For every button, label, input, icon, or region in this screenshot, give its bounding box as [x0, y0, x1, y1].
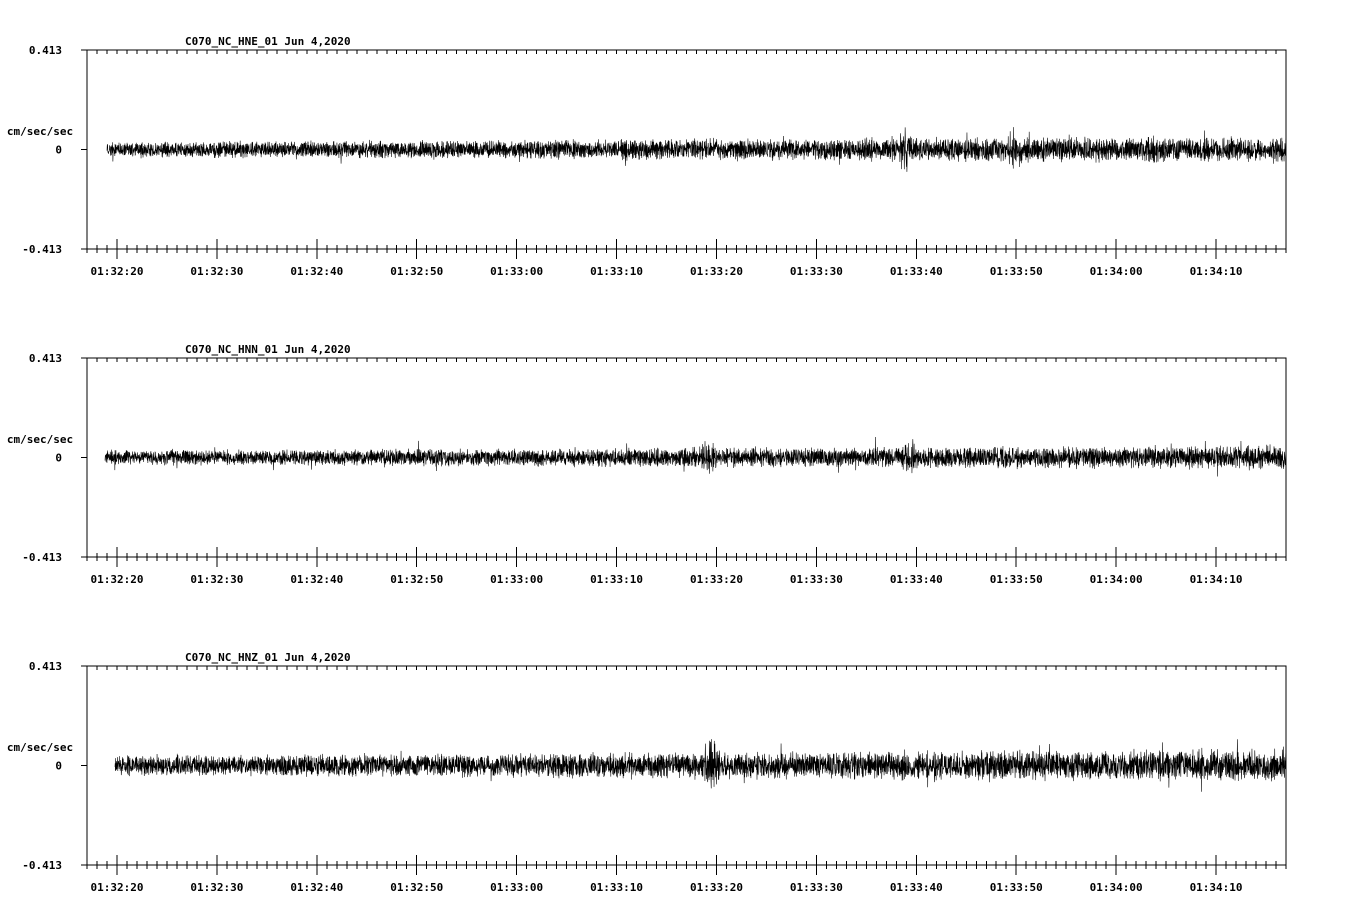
x-tick-label: 01:32:50 [390, 573, 443, 586]
waveform-trace [106, 127, 1287, 172]
x-tick-label: 01:32:40 [290, 881, 343, 894]
seismogram-figure: C070_NC_HNE_01 Jun 4,2020 0.413 0 -0.413 cm/… [7, 35, 1287, 894]
seismogram-panel: C070_NC_HNN_01 Jun 4,2020 0.413 0 -0.413 cm/… [7, 343, 1287, 586]
y-tick-label: 0 [55, 760, 62, 773]
x-tick-label: 01:33:00 [490, 265, 543, 278]
x-tick-label: 01:33:40 [890, 573, 943, 586]
x-tick-label: 01:33:50 [990, 573, 1043, 586]
x-tick-label: 01:33:10 [590, 881, 643, 894]
x-tick-label: 01:32:50 [390, 881, 443, 894]
trace-title: C070_NC_HNN_01 Jun 4,2020 [185, 343, 351, 356]
waveform-trace [104, 437, 1287, 477]
x-tick-label: 01:32:20 [90, 573, 143, 586]
seismogram-panel: C070_NC_HNE_01 Jun 4,2020 0.413 0 -0.413 cm/… [7, 35, 1287, 278]
waveform-trace [114, 739, 1287, 792]
y-tick-label: 0.413 [29, 352, 62, 365]
x-tick-label: 01:33:30 [790, 265, 843, 278]
x-tick-label: 01:32:20 [90, 881, 143, 894]
x-tick-label: 01:33:20 [690, 881, 743, 894]
x-tick-label: 01:34:10 [1190, 881, 1243, 894]
x-tick-label: 01:32:30 [190, 265, 243, 278]
y-tick-label: 0 [55, 452, 62, 465]
x-tick-label: 01:33:20 [690, 265, 743, 278]
x-tick-label: 01:32:40 [290, 573, 343, 586]
x-tick-label: 01:33:50 [990, 265, 1043, 278]
x-tick-label: 01:33:30 [790, 573, 843, 586]
x-tick-label: 01:32:50 [390, 265, 443, 278]
seismogram-panel: C070_NC_HNZ_01 Jun 4,2020 0.413 0 -0.413 cm/… [7, 651, 1287, 894]
x-tick-label: 01:33:00 [490, 573, 543, 586]
x-tick-label: 01:32:30 [190, 881, 243, 894]
x-tick-label: 01:32:30 [190, 573, 243, 586]
x-tick-label: 01:34:00 [1090, 265, 1143, 278]
x-tick-label: 01:33:40 [890, 881, 943, 894]
x-tick-label: 01:32:20 [90, 265, 143, 278]
y-tick-label: 0.413 [29, 44, 62, 57]
x-tick-label: 01:34:00 [1090, 881, 1143, 894]
trace-title: C070_NC_HNE_01 Jun 4,2020 [185, 35, 351, 48]
x-tick-label: 01:34:10 [1190, 573, 1243, 586]
x-tick-label: 01:33:00 [490, 881, 543, 894]
x-tick-label: 01:33:30 [790, 881, 843, 894]
y-axis-label: cm/sec/sec [7, 125, 73, 138]
x-tick-label: 01:33:10 [590, 265, 643, 278]
y-tick-label: 0.413 [29, 660, 62, 673]
x-tick-label: 01:33:20 [690, 573, 743, 586]
x-tick-label: 01:32:40 [290, 265, 343, 278]
x-tick-label: 01:34:00 [1090, 573, 1143, 586]
x-tick-label: 01:33:40 [890, 265, 943, 278]
trace-title: C070_NC_HNZ_01 Jun 4,2020 [185, 651, 351, 664]
y-tick-label: -0.413 [22, 243, 62, 256]
x-tick-label: 01:33:10 [590, 573, 643, 586]
y-axis-label: cm/sec/sec [7, 741, 73, 754]
y-tick-label: -0.413 [22, 859, 62, 872]
x-tick-label: 01:33:50 [990, 881, 1043, 894]
y-tick-label: -0.413 [22, 551, 62, 564]
x-tick-label: 01:34:10 [1190, 265, 1243, 278]
y-axis-label: cm/sec/sec [7, 433, 73, 446]
y-tick-label: 0 [55, 144, 62, 157]
